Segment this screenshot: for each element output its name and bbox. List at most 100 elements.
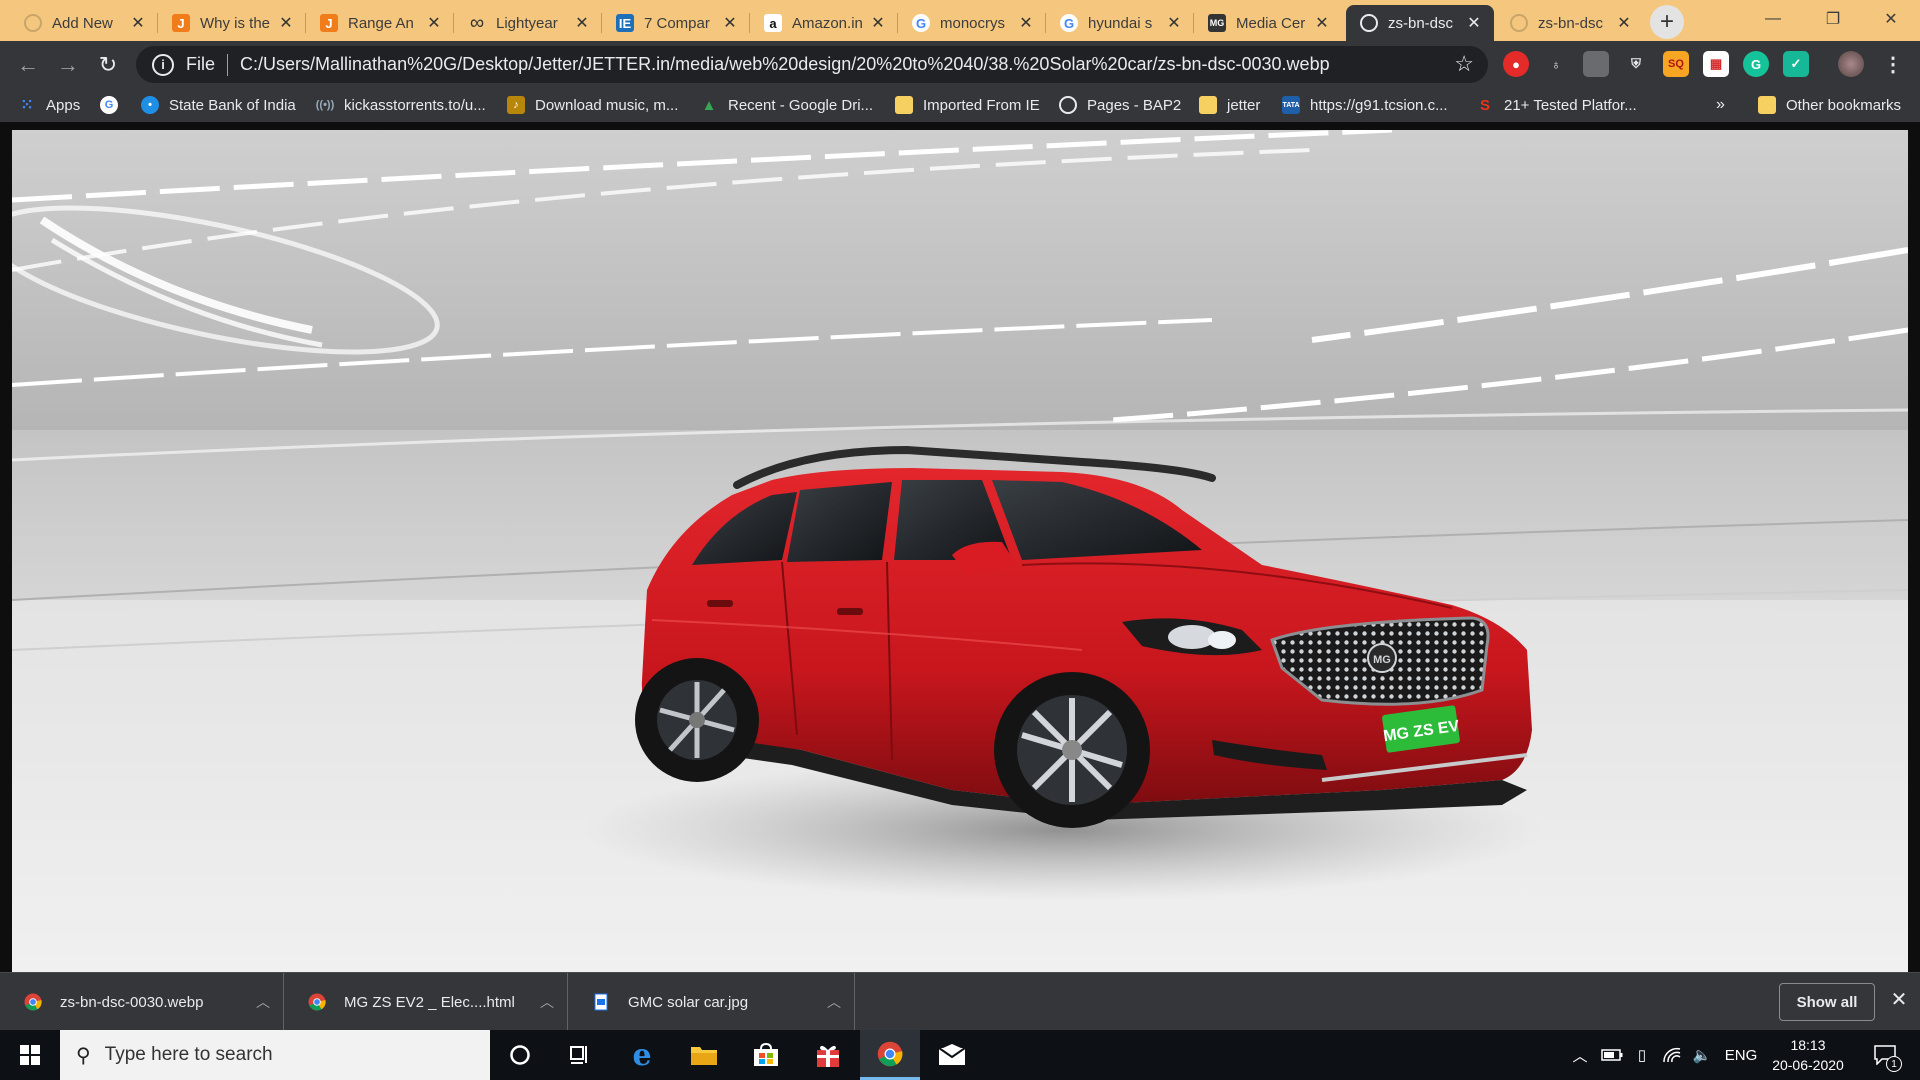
- close-tab-icon[interactable]: ✕: [276, 13, 296, 33]
- bookmark-tcsion[interactable]: TATA https://g91.tcsion.c...: [1282, 94, 1448, 116]
- close-tab-icon[interactable]: ✕: [424, 13, 444, 33]
- file-explorer-icon[interactable]: [674, 1030, 734, 1080]
- windows-start-button[interactable]: [0, 1030, 60, 1080]
- tab-title: zs-bn-dsc: [1388, 14, 1454, 32]
- edge-browser-icon[interactable]: e: [612, 1030, 672, 1080]
- tab-1[interactable]: J Why is the ✕: [158, 5, 306, 41]
- image-file-icon: [594, 993, 608, 1011]
- tab-3[interactable]: ∞ Lightyear ✕: [454, 5, 602, 41]
- minimize-icon[interactable]: —: [1744, 0, 1802, 38]
- grammarly-extension-icon[interactable]: G: [1743, 51, 1769, 77]
- address-bar[interactable]: i File C:/Users/Mallinathan%20G/Desktop/…: [136, 46, 1488, 83]
- menu-kebab-icon[interactable]: ⋮: [1880, 51, 1906, 77]
- new-tab-button[interactable]: +: [1650, 5, 1684, 39]
- tab-7[interactable]: G hyundai s ✕: [1046, 5, 1194, 41]
- shield-extension-icon[interactable]: ⛨: [1623, 51, 1649, 77]
- bookmark-star-icon[interactable]: ☆: [1454, 51, 1474, 77]
- globe-icon: [1360, 14, 1378, 32]
- close-tab-icon[interactable]: ✕: [1614, 13, 1634, 33]
- reload-icon[interactable]: ↻: [92, 49, 124, 81]
- usb-device-icon[interactable]: ▯: [1630, 1030, 1654, 1080]
- close-tab-icon[interactable]: ✕: [1164, 13, 1184, 33]
- mail-icon[interactable]: [922, 1030, 982, 1080]
- bookmark-google-drive[interactable]: ▲ Recent - Google Dri...: [700, 94, 874, 116]
- close-tab-icon[interactable]: ✕: [1464, 13, 1484, 33]
- tab-2[interactable]: J Range An ✕: [306, 5, 454, 41]
- chevron-up-icon[interactable]: ︿: [814, 992, 854, 1012]
- tata-icon: TATA: [1282, 96, 1300, 114]
- close-tab-icon[interactable]: ✕: [1312, 13, 1332, 33]
- bookmark-label: Imported From IE: [923, 96, 1040, 114]
- chrome-icon: [308, 993, 326, 1011]
- bookmark-jetter[interactable]: jetter: [1199, 94, 1260, 116]
- chevron-up-icon[interactable]: ︿: [527, 992, 567, 1012]
- wifi-icon[interactable]: [1658, 1030, 1686, 1080]
- url-text[interactable]: C:/Users/Mallinathan%20G/Desktop/Jetter/…: [240, 54, 1330, 75]
- tab-10[interactable]: zs-bn-dsc ✕: [1496, 5, 1644, 41]
- bookmark-apps[interactable]: ⁙ Apps: [18, 94, 80, 116]
- close-tab-icon[interactable]: ✕: [572, 13, 592, 33]
- bookmark-label: Pages - BAP2: [1087, 96, 1182, 114]
- tab-6[interactable]: G monocrys ✕: [898, 5, 1046, 41]
- close-tab-icon[interactable]: ✕: [1016, 13, 1036, 33]
- close-tab-icon[interactable]: ✕: [720, 13, 740, 33]
- bookmark-google[interactable]: G: [100, 94, 128, 116]
- windows-logo-icon: [20, 1045, 40, 1065]
- other-bookmarks[interactable]: Other bookmarks: [1758, 94, 1901, 116]
- close-tab-icon[interactable]: ✕: [128, 13, 148, 33]
- microsoft-store-icon[interactable]: [736, 1030, 796, 1080]
- bulb-extension-icon[interactable]: ♁: [1543, 51, 1569, 77]
- bookmarks-overflow-button[interactable]: »: [1716, 94, 1725, 116]
- show-all-button[interactable]: Show all: [1779, 983, 1875, 1021]
- tab-5[interactable]: a Amazon.in ✕: [750, 5, 898, 41]
- download-item[interactable]: GMC solar car.jpg ︿: [568, 973, 855, 1031]
- notification-center-icon[interactable]: 1: [1862, 1030, 1908, 1080]
- download-filename: zs-bn-dsc-0030.webp: [60, 993, 204, 1011]
- adblock-extension-icon[interactable]: ●: [1503, 51, 1529, 77]
- bookmark-download-music[interactable]: ♪ Download music, m...: [507, 94, 678, 116]
- close-tab-icon[interactable]: ✕: [868, 13, 888, 33]
- chrome-taskbar-icon[interactable]: [860, 1030, 920, 1080]
- close-window-icon[interactable]: ✕: [1862, 0, 1920, 38]
- back-arrow-icon[interactable]: ←: [12, 49, 44, 81]
- language-indicator[interactable]: ENG: [1722, 1030, 1760, 1080]
- bookmark-kickass[interactable]: ((•)) kickasstorrents.to/u...: [316, 94, 486, 116]
- pdf-extension-icon[interactable]: ▦: [1703, 51, 1729, 77]
- bookmark-tested-platforms[interactable]: S 21+ Tested Platfor...: [1476, 94, 1637, 116]
- tab-4[interactable]: IE 7 Compar ✕: [602, 5, 750, 41]
- grey-extension-icon[interactable]: [1583, 51, 1609, 77]
- clock[interactable]: 18:13 20-06-2020: [1764, 1030, 1852, 1080]
- folder-icon: [895, 96, 913, 114]
- bookmark-pages-bap2[interactable]: Pages - BAP2: [1059, 94, 1181, 116]
- chevron-up-icon[interactable]: ︿: [243, 992, 283, 1012]
- profile-avatar[interactable]: [1838, 51, 1864, 77]
- page-icon: [24, 14, 42, 32]
- bookmark-sbi[interactable]: • State Bank of India: [141, 94, 296, 116]
- tab-title: Why is the: [200, 14, 271, 32]
- volume-icon[interactable]: 🔈: [1688, 1030, 1716, 1080]
- close-shelf-icon[interactable]: ✕: [1886, 987, 1912, 1013]
- restore-icon[interactable]: ❐: [1804, 0, 1862, 38]
- taskbar-search-box[interactable]: ⚲ Type here to search: [60, 1030, 490, 1080]
- cortana-icon[interactable]: [490, 1030, 550, 1080]
- battery-icon[interactable]: [1598, 1030, 1626, 1080]
- check-extension-icon[interactable]: ✓: [1783, 51, 1809, 77]
- forward-arrow-icon[interactable]: →: [52, 49, 84, 81]
- tab-8[interactable]: MG Media Cer ✕: [1194, 5, 1342, 41]
- semrush-icon: S: [1479, 96, 1490, 114]
- task-view-icon[interactable]: [550, 1030, 610, 1080]
- bookmark-imported-from-ie[interactable]: Imported From IE: [895, 94, 1040, 116]
- download-item[interactable]: zs-bn-dsc-0030.webp ︿: [0, 973, 284, 1031]
- tab-0[interactable]: Add New ✕: [10, 5, 158, 41]
- tab-9-active[interactable]: zs-bn-dsc ✕: [1346, 5, 1494, 41]
- kat-icon: ((•)): [315, 99, 335, 111]
- clock-date: 20-06-2020: [1772, 1057, 1844, 1073]
- infinity-icon: ∞: [469, 11, 485, 34]
- url-scheme: File: [186, 54, 216, 74]
- info-icon[interactable]: i: [152, 53, 174, 76]
- showroom-illustration: MG MG ZS EV: [12, 130, 1908, 972]
- gift-app-icon[interactable]: [798, 1030, 858, 1080]
- coupon-extension-icon[interactable]: SQ: [1663, 51, 1689, 77]
- download-item[interactable]: MG ZS EV2 _ Elec....html ︿: [284, 973, 568, 1031]
- chevron-up-tray-icon[interactable]: ︿: [1568, 1030, 1592, 1080]
